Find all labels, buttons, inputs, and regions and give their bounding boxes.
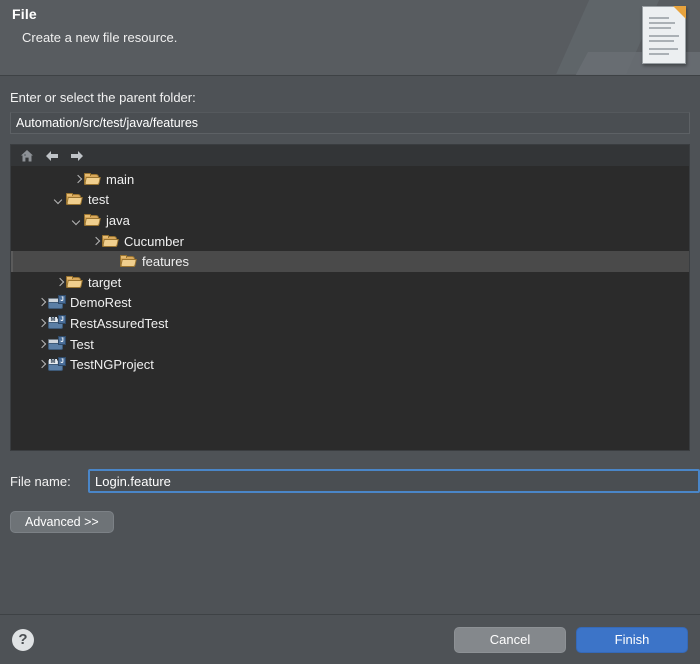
dialog-header: File Create a new file resource. <box>0 0 700 76</box>
help-question-icon[interactable]: ? <box>12 628 34 651</box>
tree-row[interactable]: J DemoRest <box>11 293 689 314</box>
page-title: File <box>12 6 37 22</box>
tree-row-label: RestAssuredTest <box>70 315 169 331</box>
folder-icon <box>84 213 104 227</box>
document-text-line <box>649 53 669 55</box>
tree-row[interactable]: M J TestNGProject <box>11 354 689 375</box>
chevron-right-icon[interactable] <box>35 296 48 309</box>
project-icon: MJ <box>48 356 68 372</box>
project-icon: MJ <box>48 315 68 330</box>
file-document-icon <box>642 6 686 64</box>
chevron-right-icon[interactable] <box>53 276 66 289</box>
back-arrow-icon[interactable] <box>44 148 60 164</box>
folder-icon <box>66 275 86 289</box>
cancel-button[interactable]: Cancel <box>454 626 566 653</box>
tree-row-label: main <box>106 171 135 187</box>
parent-folder-input[interactable] <box>10 112 690 134</box>
project-icon: J <box>48 336 68 351</box>
tree-row-label: target <box>88 274 122 290</box>
forward-arrow-icon[interactable] <box>69 148 85 164</box>
tree-row-label: Test <box>70 336 94 352</box>
dialog-footer: ? Cancel Finish <box>0 614 700 664</box>
advanced-button[interactable]: Advanced >> <box>10 511 114 533</box>
chevron-right-icon[interactable] <box>35 358 48 371</box>
file-name-row: File name: <box>10 469 700 493</box>
file-name-label: File name: <box>10 473 71 489</box>
finish-button[interactable]: Finish <box>576 626 688 653</box>
chevron-right-icon[interactable] <box>35 317 48 330</box>
tree-toolbar <box>11 145 689 167</box>
new-file-dialog: File Create a new file resource. Enter o… <box>0 0 700 664</box>
file-name-input[interactable] <box>88 469 700 493</box>
document-text-line <box>649 48 678 50</box>
tree-row[interactable]: Cucumber <box>11 231 689 252</box>
folder-tree-panel: main test java Cucumber features target J DemoR… <box>10 144 690 451</box>
document-fold-corner <box>673 6 686 19</box>
folder-tree[interactable]: main test java Cucumber features target J DemoR… <box>11 167 689 450</box>
dialog-body: Enter or select the parent folder: Autom… <box>0 76 700 614</box>
folder-icon <box>84 172 104 186</box>
folder-icon <box>102 234 122 248</box>
document-text-line <box>649 27 671 29</box>
chevron-right-icon[interactable] <box>35 338 48 351</box>
tree-row[interactable]: features <box>11 251 689 272</box>
tree-row-label: TestNGProject <box>70 357 154 373</box>
tree-row[interactable]: test <box>11 190 689 211</box>
tree-row-label: test <box>88 192 109 208</box>
folder-icon <box>66 193 86 206</box>
tree-row-label: features <box>142 254 189 270</box>
chevron-right-icon[interactable] <box>89 235 102 248</box>
chevron-right-icon[interactable] <box>71 173 84 186</box>
tree-row[interactable]: main <box>11 169 689 190</box>
tree-row[interactable]: J Test <box>11 334 689 355</box>
page-subtitle: Create a new file resource. <box>22 30 178 45</box>
chevron-down-icon[interactable] <box>53 193 66 206</box>
document-text-line <box>649 17 669 19</box>
tree-row-label: DemoRest <box>70 295 132 311</box>
home-icon[interactable] <box>19 148 35 164</box>
tree-row[interactable]: target <box>11 272 689 293</box>
document-text-line <box>649 40 674 42</box>
project-icon: J <box>48 294 68 310</box>
folder-icon <box>120 255 140 268</box>
tree-row[interactable]: java <box>11 210 689 231</box>
chevron-down-icon[interactable] <box>71 214 84 227</box>
parent-folder-label: Enter or select the parent folder: <box>10 90 196 105</box>
tree-row[interactable]: M J RestAssuredTest <box>11 313 689 334</box>
tree-row-label: Cucumber <box>124 233 184 249</box>
tree-row-label: java <box>106 212 130 228</box>
document-page <box>642 6 686 64</box>
document-text-line <box>649 22 675 24</box>
document-text-line <box>649 35 679 37</box>
header-decoration <box>556 0 700 75</box>
